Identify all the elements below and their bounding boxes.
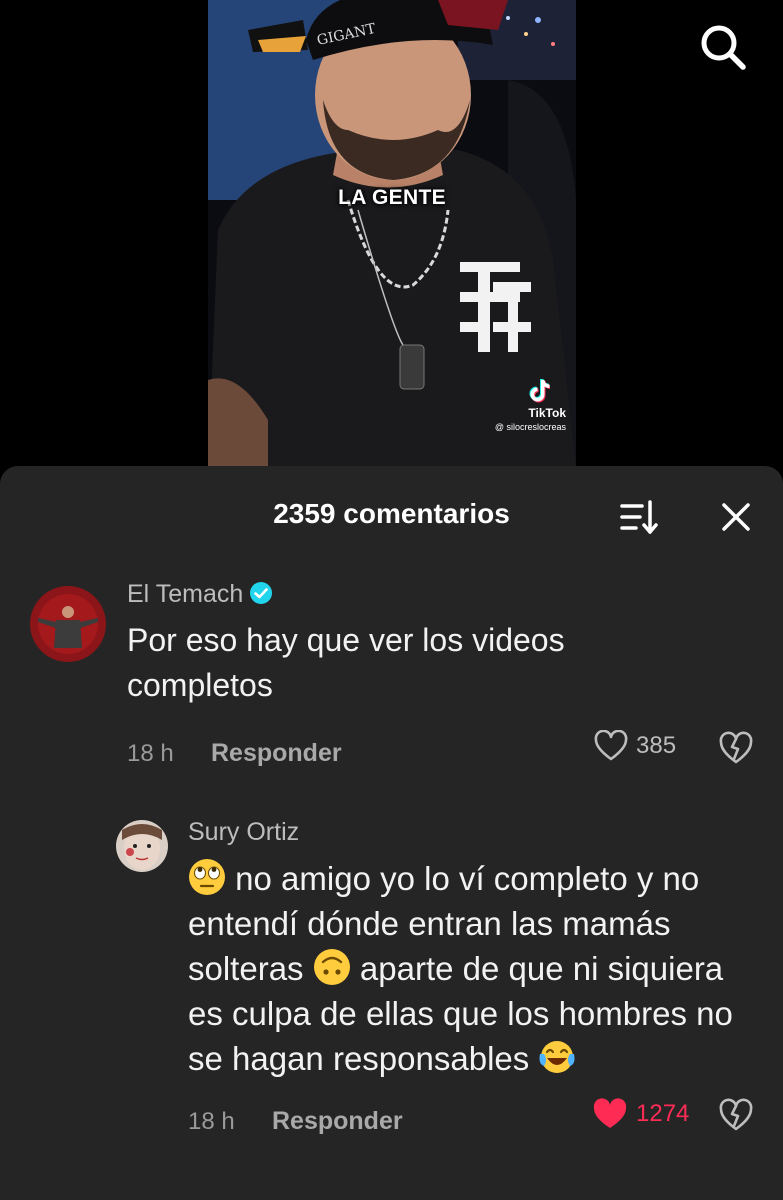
- comment-text: Por eso hay que ver los videos completos: [127, 622, 565, 703]
- comment-text: no amigo yo lo ví completo y no entendí …: [188, 856, 748, 1081]
- tiktok-watermark: TikTok @ silocreslocreas: [495, 378, 566, 432]
- comments-header: 2359 comentarios: [0, 466, 783, 562]
- avatar-image: [30, 586, 106, 662]
- upside-down-face-emoji: [313, 949, 350, 985]
- comment-author[interactable]: Sury Ortiz: [188, 818, 299, 847]
- comments-count-title: 2359 comentarios: [273, 498, 510, 529]
- close-button[interactable]: [712, 496, 760, 540]
- author-name: El Temach: [127, 580, 244, 608]
- heart-outline-icon: [594, 730, 628, 761]
- video-frame[interactable]: GIGANT LA GENTE TikTok @ silocreslocreas: [208, 0, 576, 466]
- like-button[interactable]: 385: [594, 730, 676, 762]
- broken-heart-icon: [719, 731, 753, 764]
- watermark-handle: @ silocreslocreas: [494, 422, 566, 432]
- verified-badge-icon: [250, 582, 273, 604]
- tiktok-logo-icon: [529, 379, 550, 403]
- reply-button[interactable]: Responder: [211, 739, 342, 768]
- comment-author[interactable]: El Temach: [127, 580, 273, 609]
- search-button[interactable]: [698, 22, 748, 72]
- like-button[interactable]: 1274: [592, 1098, 689, 1130]
- like-count: 385: [636, 732, 677, 759]
- watermark-brand: TikTok: [528, 406, 566, 420]
- comment-time: 18 h: [188, 1108, 235, 1135]
- reply-button[interactable]: Responder: [272, 1107, 403, 1136]
- reply-comment-item: Sury Ortiz no amigo yo lo ví completo y …: [0, 806, 783, 1196]
- comment-time: 18 h: [127, 740, 174, 767]
- like-count: 1274: [636, 1100, 690, 1127]
- dislike-button[interactable]: [718, 1098, 754, 1132]
- video-player[interactable]: GIGANT LA GENTE TikTok @ silocreslocreas: [0, 0, 783, 466]
- broken-heart-icon: [719, 1098, 753, 1131]
- face-with-rolling-eyes-emoji: [189, 859, 225, 895]
- close-icon: [722, 503, 750, 531]
- search-icon: [701, 25, 746, 70]
- sort-icon: [620, 500, 658, 534]
- face-with-tears-of-joy-emoji: [539, 1041, 575, 1073]
- video-caption: LA GENTE: [338, 186, 446, 209]
- heart-filled-icon: [593, 1098, 627, 1128]
- comments-sheet: 2359 comentarios El Temach Por eso hay q…: [0, 466, 783, 1200]
- sort-button[interactable]: [614, 496, 662, 540]
- avatar[interactable]: [116, 820, 168, 872]
- avatar-image: [116, 820, 168, 872]
- comment-item: El Temach Por eso hay que ver los videos…: [0, 576, 783, 786]
- avatar[interactable]: [30, 586, 106, 662]
- dislike-button[interactable]: [718, 731, 754, 765]
